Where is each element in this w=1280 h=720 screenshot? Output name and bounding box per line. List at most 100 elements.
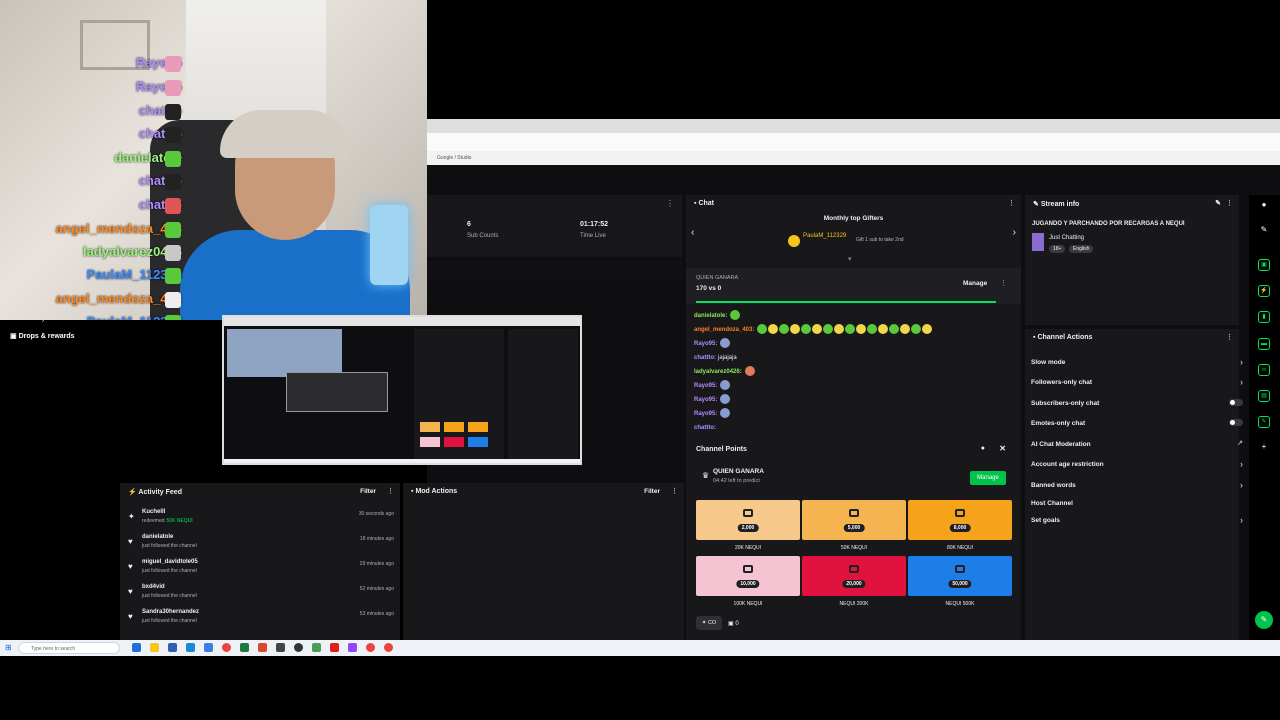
app-icon[interactable] (312, 643, 321, 652)
edge-icon[interactable] (132, 643, 141, 652)
info-icon[interactable]: ● (981, 445, 985, 452)
youtube-icon[interactable] (330, 643, 339, 652)
more-icon[interactable]: ⋮ (666, 199, 674, 208)
activity-username[interactable]: miguel_davidtole05 (142, 559, 198, 565)
close-icon[interactable]: ✕ (999, 444, 1006, 453)
channel-action-item[interactable]: Subscribers-only chat (1031, 399, 1243, 407)
reward-card[interactable]: 10,000 (696, 556, 800, 596)
chat-bubble-icon[interactable]: ✎ (1255, 611, 1273, 629)
excel-icon[interactable] (240, 643, 249, 652)
more-icon[interactable]: ⋮ (1008, 199, 1015, 207)
browser-tab-bar[interactable] (427, 119, 1280, 133)
add-action-icon[interactable]: + (1258, 442, 1270, 454)
file-explorer-icon[interactable] (150, 643, 159, 652)
chevron-right-icon[interactable]: › (1240, 515, 1243, 525)
prediction-manage-button[interactable]: Manage (963, 280, 987, 287)
activity-feed-item[interactable]: ✦ Kuchelll redeemed 50K NEQUI 30 seconds ago (128, 509, 394, 531)
chat-emote-icon (720, 338, 731, 349)
gifter-name[interactable]: PaulaM_112329 (803, 233, 846, 239)
reward-card[interactable]: 2,000 (696, 500, 800, 540)
mail-icon[interactable] (186, 643, 195, 652)
activity-feed-item[interactable]: ♥ bxd4vid just followed the channel 52 minu… (128, 584, 394, 606)
sidebar-item-drops[interactable]: ▣ Drops & rewards (10, 332, 75, 340)
chevron-down-icon[interactable]: ▾ (848, 255, 852, 263)
more-icon[interactable]: ⋮ (1226, 199, 1233, 207)
chat-username[interactable]: chattto: (694, 425, 716, 431)
channel-action-item[interactable]: Host Channel (1031, 500, 1243, 507)
channel-action-item[interactable]: Account age restriction › (1031, 459, 1243, 469)
channel-action-item[interactable]: AI Chat Moderation ↗ (1031, 439, 1243, 448)
chrome-icon[interactable] (366, 643, 375, 652)
activity-username[interactable]: Sandra30hernandez (142, 609, 199, 615)
manage-prediction-button[interactable]: Manage (970, 471, 1006, 485)
edit-icon[interactable]: ✎ (1258, 225, 1270, 237)
activity-username[interactable]: danielatole (142, 534, 173, 540)
powerpoint-icon[interactable] (258, 643, 267, 652)
more-icon[interactable]: ⋮ (1000, 279, 1007, 287)
activity-feed-item[interactable]: ♥ Sandra30hernandez just followed the chan… (128, 609, 394, 631)
chat-username[interactable]: danielatole: (694, 313, 727, 319)
prediction-banner[interactable]: QUIEN GANARA 170 vs 0 Manage ⋮ (686, 268, 1021, 304)
app-icon[interactable] (348, 643, 357, 652)
chrome-icon[interactable] (384, 643, 393, 652)
chrome-icon[interactable] (222, 643, 231, 652)
chevron-right-icon[interactable]: › (1240, 377, 1243, 387)
chevron-left-icon[interactable]: ‹ (691, 227, 694, 238)
link-icon[interactable]: ∞ (1258, 364, 1270, 376)
toggle-switch[interactable] (1229, 399, 1243, 406)
save-icon[interactable]: ▤ (1258, 390, 1270, 402)
activity-feed-item[interactable]: ♥ danielatole just followed the channel 18 … (128, 534, 394, 556)
reward-card[interactable]: 5,000 (802, 500, 906, 540)
chevron-right-icon[interactable]: › (1240, 480, 1243, 490)
rewards-count[interactable]: ▣ 0 (728, 620, 739, 627)
activity-feed-item[interactable]: ♥ miguel_davidtole05 just followed the cha… (128, 559, 394, 581)
external-link-icon[interactable]: ↗ (1237, 439, 1243, 447)
reward-card[interactable]: 8,000 (908, 500, 1012, 540)
filter-button[interactable]: Filter (360, 488, 376, 495)
channel-points-balance[interactable]: ✦ CO (696, 616, 722, 630)
obs-icon[interactable] (294, 643, 303, 652)
toggle-switch[interactable] (1229, 419, 1243, 426)
chat-username[interactable]: angel_mendoza_403: (694, 327, 754, 333)
tag-english[interactable]: English (1069, 245, 1094, 253)
address-bar[interactable] (427, 133, 1280, 151)
store-icon[interactable] (168, 643, 177, 652)
settings-icon[interactable]: ● (1258, 200, 1270, 212)
taskbar-search-input[interactable]: Type here to search (18, 642, 120, 654)
bolt-icon[interactable]: ⚡ (1258, 285, 1270, 297)
more-icon[interactable]: ⋮ (671, 487, 678, 495)
activity-username[interactable]: Kuchelll (142, 509, 165, 515)
edit-icon[interactable]: ✎ (1215, 199, 1221, 207)
chevron-right-icon[interactable]: › (1013, 227, 1016, 238)
more-icon[interactable]: ⋮ (387, 487, 394, 495)
chat-icon[interactable]: ▬ (1258, 338, 1270, 350)
bookmarks-bar[interactable]: Google / Studio (427, 151, 1280, 165)
category-name[interactable]: Just Chatting (1049, 235, 1084, 241)
channel-action-item[interactable]: Set goals › (1031, 515, 1243, 525)
phone-icon[interactable]: ▮ (1258, 311, 1270, 323)
wrench-icon[interactable]: ✎ (1258, 416, 1270, 428)
chevron-right-icon[interactable]: › (1240, 357, 1243, 367)
app-icon[interactable] (204, 643, 213, 652)
chat-username[interactable]: Rayo95: (694, 383, 717, 389)
app-icon[interactable] (276, 643, 285, 652)
activity-username[interactable]: bxd4vid (142, 584, 165, 590)
channel-action-item[interactable]: Emotes-only chat (1031, 419, 1243, 427)
channel-action-item[interactable]: Banned words › (1031, 480, 1243, 490)
reward-card[interactable]: 20,000 (802, 556, 906, 596)
more-icon[interactable]: ⋮ (1226, 333, 1233, 341)
chat-username[interactable]: chattto: (694, 355, 716, 361)
clip-icon[interactable]: ▣ (1258, 259, 1270, 271)
reward-cost: 2,000 (737, 524, 759, 532)
chat-username[interactable]: Rayo95: (694, 411, 717, 417)
tag-18plus[interactable]: 18+ (1049, 245, 1066, 253)
reward-card[interactable]: 50,000 (908, 556, 1012, 596)
windows-start-icon[interactable]: ⊞ (5, 643, 12, 652)
channel-action-item[interactable]: Followers-only chat › (1031, 377, 1243, 387)
chevron-right-icon[interactable]: › (1240, 459, 1243, 469)
chat-username[interactable]: Rayo95: (694, 341, 717, 347)
channel-action-item[interactable]: Slow mode › (1031, 357, 1243, 367)
filter-button[interactable]: Filter (644, 488, 660, 495)
chat-username[interactable]: Rayo95: (694, 397, 717, 403)
chat-username[interactable]: ladyalvarez0426: (694, 369, 742, 375)
